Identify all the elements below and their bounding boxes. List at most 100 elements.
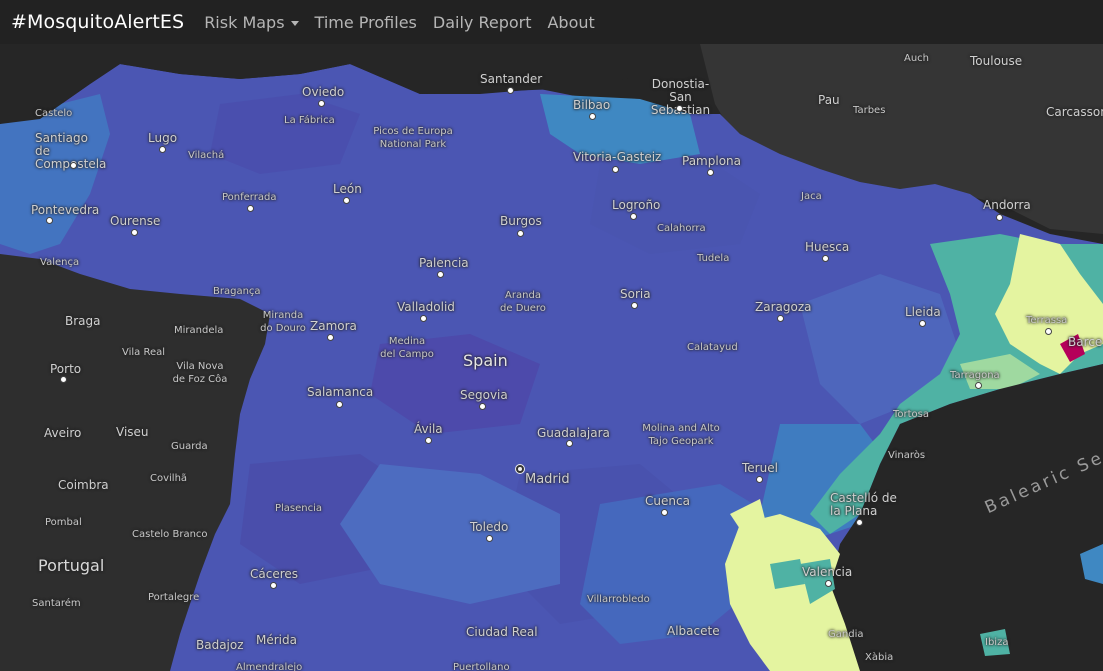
city-label: Huesca xyxy=(805,240,850,254)
city-label: Tarbes xyxy=(853,105,886,116)
city-label: Valença xyxy=(40,257,80,268)
city-label: Oviedo xyxy=(302,85,345,99)
city-label: Mirandela xyxy=(174,325,224,336)
city-label: La Fábrica xyxy=(284,115,335,126)
city-dot xyxy=(612,166,619,173)
caret-down-icon xyxy=(290,20,299,26)
city-label: Zaragoza xyxy=(755,300,812,314)
city-dot xyxy=(336,401,343,408)
city-label: Vinaròs xyxy=(888,450,926,461)
city-label: Ponferrada xyxy=(222,192,277,203)
city-label: Calahorra xyxy=(657,223,706,234)
country-label-spain: Spain xyxy=(463,351,508,370)
city-dot xyxy=(343,197,350,204)
city-dot xyxy=(131,229,138,236)
city-label: Castelló de la Plana xyxy=(830,491,897,518)
city-label: Carcasson xyxy=(1046,105,1103,119)
city-label: Zamora xyxy=(310,319,357,333)
city-label: Guadalajara xyxy=(537,426,610,440)
city-dot xyxy=(159,146,166,153)
risk-map[interactable]: Santander Oviedo La Fábrica Picos de Eur… xyxy=(0,44,1103,671)
city-label: Jaca xyxy=(801,191,822,202)
city-label: Viseu xyxy=(116,425,149,439)
nav-daily-report[interactable]: Daily Report xyxy=(425,13,540,32)
city-label: Gandia xyxy=(828,629,864,640)
city-dot xyxy=(825,580,832,587)
city-label: Calatayud xyxy=(687,342,738,353)
city-label: Albacete xyxy=(667,624,720,638)
city-label: Auch xyxy=(904,53,930,64)
city-label: Pamplona xyxy=(682,154,741,168)
city-label: Lugo xyxy=(148,131,178,145)
city-dot xyxy=(318,100,325,107)
country-label-portugal: Portugal xyxy=(38,556,105,575)
capital-label: Madrid xyxy=(525,472,570,487)
city-label: Valencia xyxy=(802,565,853,579)
city-label: León xyxy=(333,182,362,196)
brand-link[interactable]: #MosquitoAlertES xyxy=(11,11,184,33)
city-label: Cuenca xyxy=(645,494,690,508)
city-label: Aranda de Duero xyxy=(500,290,546,314)
nav-time-profiles[interactable]: Time Profiles xyxy=(307,13,425,32)
city-dot xyxy=(777,315,784,322)
city-dot xyxy=(270,582,277,589)
city-label: Palencia xyxy=(419,256,469,270)
city-label: Ciudad Real xyxy=(466,625,538,639)
city-dot xyxy=(425,437,432,444)
park-label: Molina and Alto Tajo Geopark xyxy=(642,423,720,447)
city-label: Tudela xyxy=(697,253,730,264)
city-label: Xàbia xyxy=(865,652,894,663)
city-dot xyxy=(566,440,573,447)
city-dot xyxy=(630,213,637,220)
city-label: Bilbao xyxy=(573,98,611,112)
city-label: Braga xyxy=(65,314,101,328)
navbar: #MosquitoAlertES Risk Maps Time Profiles… xyxy=(0,0,1103,44)
city-label: Ourense xyxy=(110,214,161,228)
city-label: Burgos xyxy=(500,214,542,228)
city-label: Guarda xyxy=(171,441,208,452)
city-label: Logroño xyxy=(612,198,661,212)
city-dot xyxy=(856,519,863,526)
city-label: Ávila xyxy=(414,422,443,436)
city-dot xyxy=(676,105,683,112)
city-dot xyxy=(327,334,334,341)
city-dot xyxy=(996,214,1003,221)
city-label: Villarrobledo xyxy=(587,594,650,605)
city-dot xyxy=(661,509,668,516)
city-label: Miranda do Douro xyxy=(260,310,306,334)
city-label: Almendralejo xyxy=(236,662,303,671)
city-label: Toledo xyxy=(470,520,509,534)
city-label: Terrassa xyxy=(1026,315,1068,326)
city-label: Puertollano xyxy=(453,662,510,671)
city-label: Tortosa xyxy=(893,409,930,420)
city-dot xyxy=(479,403,486,410)
city-dot xyxy=(822,255,829,262)
city-label: Teruel xyxy=(742,461,778,475)
city-dot xyxy=(756,476,763,483)
city-dot xyxy=(517,230,524,237)
city-label: Pontevedra xyxy=(31,203,100,217)
city-label: Santander xyxy=(480,72,543,86)
city-dot xyxy=(247,205,254,212)
city-label: Valladolid xyxy=(397,300,455,314)
city-dot xyxy=(420,315,427,322)
city-label: Tarragona xyxy=(950,370,1000,381)
city-dot xyxy=(975,382,982,389)
city-label: Castelo Branco xyxy=(132,529,208,540)
city-label: Toulouse xyxy=(970,54,1023,68)
city-dot xyxy=(707,169,714,176)
city-label: Andorra xyxy=(983,198,1031,212)
city-label: Portalegre xyxy=(148,592,200,603)
city-label: Covilhã xyxy=(150,473,188,484)
city-label: Lleida xyxy=(905,305,941,319)
city-label: Badajoz xyxy=(196,638,244,652)
city-label: Barce xyxy=(1068,335,1103,349)
city-dot xyxy=(60,376,67,383)
city-label: Vilachá xyxy=(188,150,225,161)
city-label: Vitoria-Gasteiz xyxy=(573,150,662,164)
nav-about[interactable]: About xyxy=(539,13,602,32)
city-dot xyxy=(437,271,444,278)
city-dot xyxy=(589,113,596,120)
capital-marker-icon xyxy=(515,464,525,474)
nav-risk-maps-dropdown[interactable]: Risk Maps xyxy=(196,13,306,32)
